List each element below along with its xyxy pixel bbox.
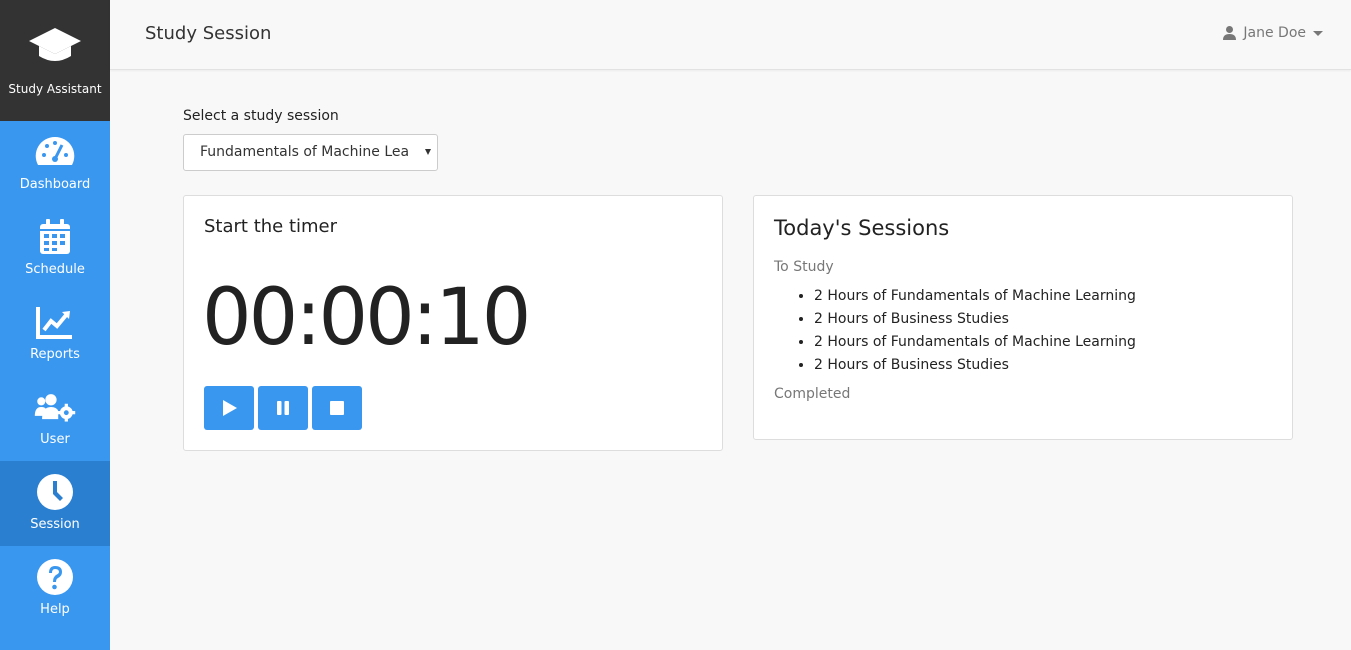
sidebar-item-schedule[interactable]: Schedule	[0, 206, 110, 291]
completed-label: Completed	[774, 386, 851, 402]
list-item: 2 Hours of Fundamentals of Machine Learn…	[814, 331, 1136, 354]
calendar-icon	[40, 219, 70, 254]
timer-display: 00:00:10	[202, 273, 531, 363]
play-icon	[223, 400, 237, 416]
sidebar-item-dashboard[interactable]: Dashboard	[0, 121, 110, 206]
to-study-label: To Study	[774, 259, 834, 275]
user-name: Jane Doe	[1243, 25, 1306, 41]
list-item: 2 Hours of Business Studies	[814, 308, 1136, 331]
sidebar-item-label: User	[40, 432, 70, 447]
sidebar-item-help[interactable]: Help	[0, 546, 110, 631]
sidebar: Study Assistant Dashboard Schedule Repor…	[0, 0, 110, 650]
sidebar-item-label: Dashboard	[19, 177, 91, 192]
user-menu[interactable]: Jane Doe	[1223, 25, 1323, 41]
todays-sessions-card: Today's Sessions To Study 2 Hours of Fun…	[753, 195, 1293, 440]
sidebar-item-label: Schedule	[25, 262, 85, 277]
play-button[interactable]	[204, 386, 254, 430]
user-icon	[1223, 26, 1237, 40]
sidebar-item-label: Help	[40, 602, 70, 617]
page-title: Study Session	[145, 23, 272, 44]
sidebar-item-label: Reports	[30, 347, 80, 362]
to-study-list: 2 Hours of Fundamentals of Machine Learn…	[814, 285, 1136, 377]
sidebar-item-reports[interactable]: Reports	[0, 291, 110, 376]
chevron-down-icon	[425, 149, 431, 155]
stop-button[interactable]	[312, 386, 362, 430]
session-select[interactable]: Fundamentals of Machine Learning	[183, 134, 438, 171]
brand[interactable]: Study Assistant	[0, 0, 110, 121]
session-select-value: Fundamentals of Machine Learning	[200, 144, 410, 160]
sidebar-item-user[interactable]: User	[0, 376, 110, 461]
brand-label: Study Assistant	[8, 82, 102, 96]
sidebar-item-label: Session	[30, 517, 80, 532]
chevron-down-icon	[1313, 30, 1323, 36]
list-item: 2 Hours of Fundamentals of Machine Learn…	[814, 285, 1136, 308]
list-item: 2 Hours of Business Studies	[814, 354, 1136, 377]
tachometer-icon	[35, 136, 75, 165]
pause-icon	[277, 401, 289, 415]
timer-controls	[204, 386, 362, 430]
session-select-label: Select a study session	[183, 108, 339, 124]
sidebar-item-session[interactable]: Session	[0, 461, 110, 546]
question-circle-icon	[37, 559, 73, 595]
pause-button[interactable]	[258, 386, 308, 430]
clock-icon	[37, 474, 73, 510]
top-navbar: Study Session Jane Doe	[110, 0, 1351, 70]
timer-card: Start the timer 00:00:10	[183, 195, 723, 451]
stop-icon	[330, 401, 344, 415]
sessions-title: Today's Sessions	[774, 216, 950, 240]
timer-title: Start the timer	[204, 216, 338, 237]
users-cog-icon	[34, 394, 76, 422]
graduation-cap-icon	[29, 28, 81, 61]
line-chart-icon	[36, 307, 72, 339]
